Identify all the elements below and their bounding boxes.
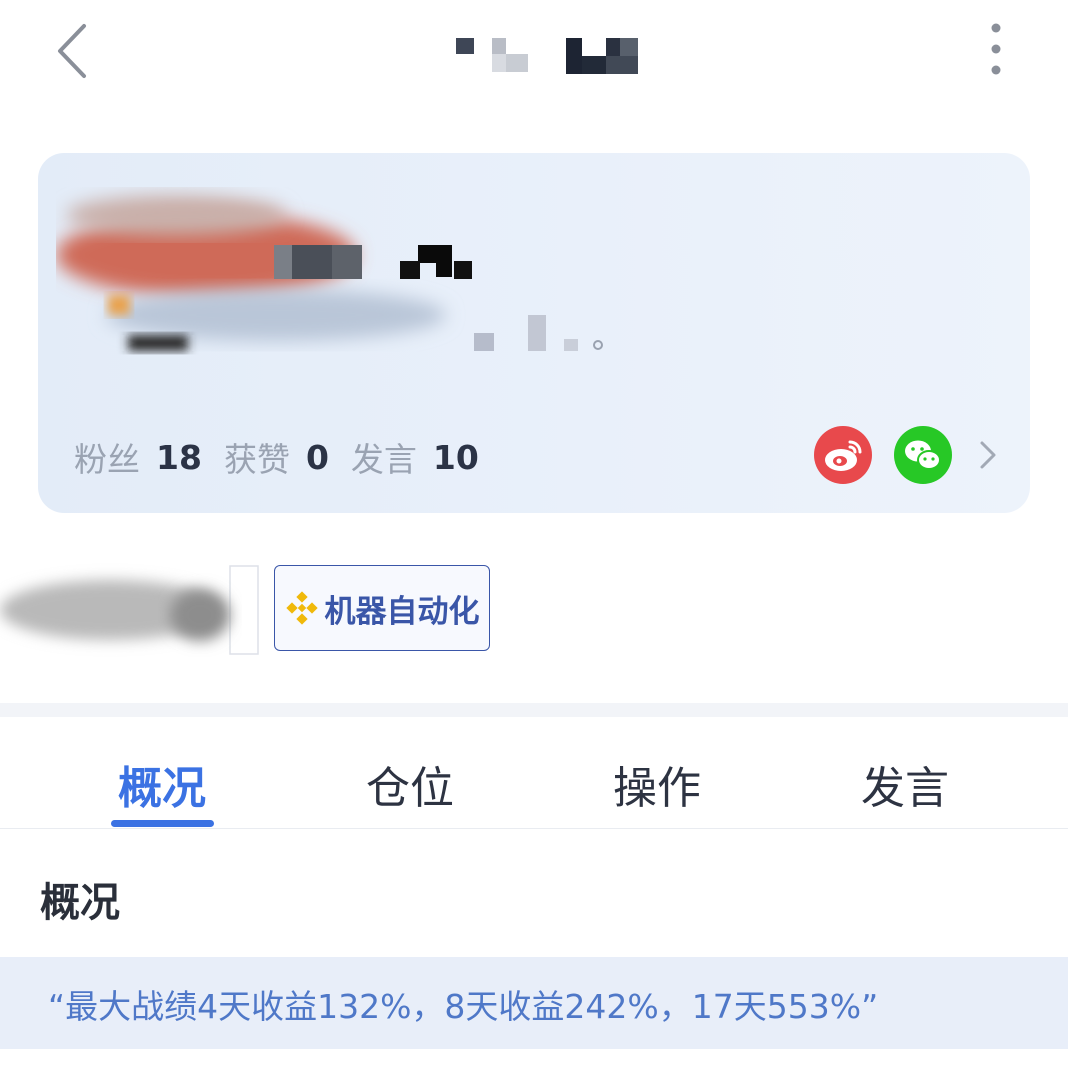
tabs-divider [0,828,1068,829]
tag-redacted [0,560,260,660]
posts-count: 10 [432,437,479,477]
profile-stats: 粉丝 18 获赞 0 发言 10 [74,435,501,480]
overview-title: 概况 [40,880,120,926]
tab-posts[interactable]: 发言 [805,752,1005,814]
profile-info-redacted [56,175,616,355]
back-button[interactable] [52,22,96,80]
more-vertical-icon [991,23,1001,75]
posts-label: 发言 [350,440,417,479]
weibo-icon [825,440,862,471]
tab-operations[interactable]: 操作 [557,752,757,814]
robot-automation-label: 机器自动化 [324,593,480,630]
robot-automation-tag[interactable]: 机器自动化 [274,565,490,651]
binance-diamond-icon [285,591,318,625]
section-separator [0,703,1068,717]
followers-label: 粉丝 [74,440,140,479]
tab-overview[interactable]: 概况 [62,752,262,814]
profile-card[interactable]: 粉丝 18 获赞 0 发言 10 [38,153,1030,513]
likes-label: 获赞 [223,440,290,479]
profile-chevron[interactable] [976,439,1000,471]
tab-positions[interactable]: 仓位 [310,752,510,814]
wechat-link[interactable] [894,426,952,484]
active-tab-indicator [111,820,214,827]
weibo-link[interactable] [814,426,872,484]
wechat-icon [905,440,941,470]
chevron-left-icon [58,24,86,78]
chevron-right-icon [980,441,996,469]
likes-count: 0 [305,437,329,477]
more-button[interactable] [984,22,1008,78]
followers-count: 18 [156,437,202,477]
page-title-redacted [452,36,642,76]
overview-quote: “最大战绩4天收益132%，8天收益242%，17天553%” [48,987,879,1026]
